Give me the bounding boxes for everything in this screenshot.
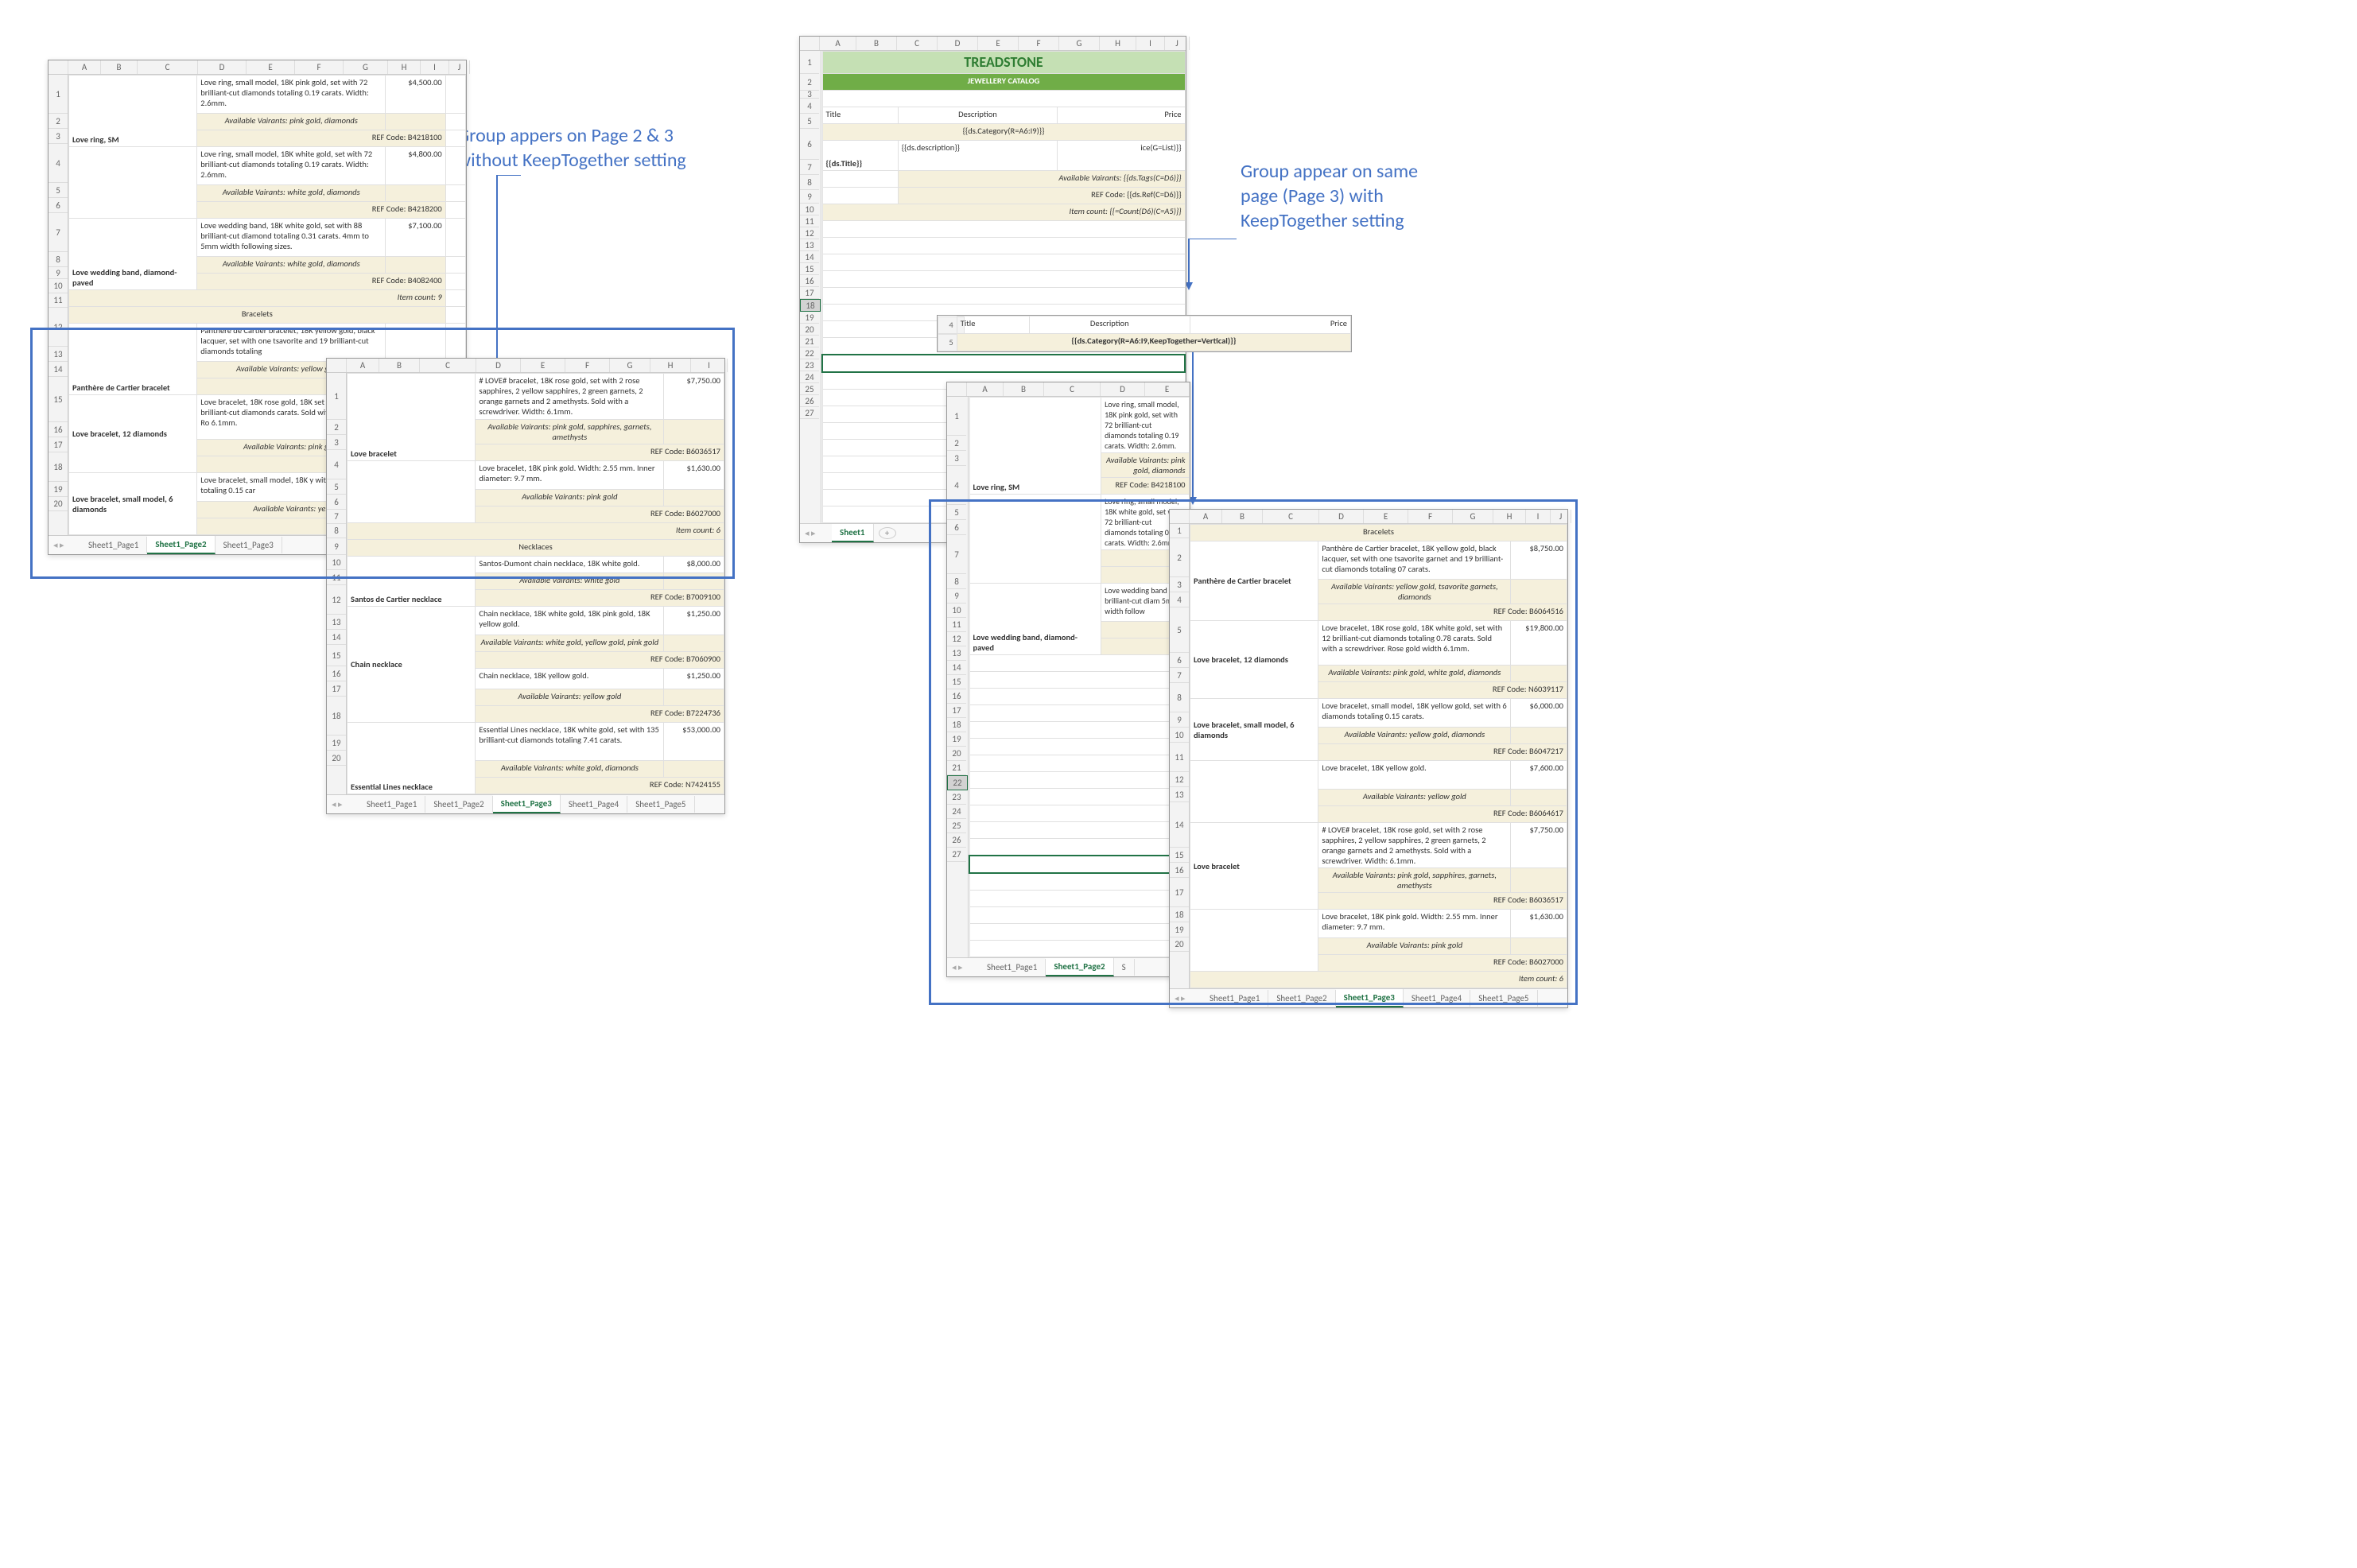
sheet-tab[interactable]: Sheet1_Page3 (216, 537, 282, 553)
col-J[interactable]: J (449, 60, 470, 74)
ref-code[interactable]: REF Code: B4218200 (197, 202, 445, 219)
variants[interactable]: Available Vairants: pink gold, diamonds (197, 114, 386, 130)
category-header[interactable]: Bracelets (69, 307, 446, 324)
category-header[interactable]: Necklaces (348, 540, 724, 557)
product-title[interactable]: Love ring, SM (69, 76, 197, 147)
ref-code[interactable]: REF Code: B4082400 (197, 274, 445, 290)
product-price[interactable]: $4,800.00 (386, 147, 446, 185)
product-desc[interactable]: Love ring, small model, 18K pink gold, s… (197, 76, 386, 114)
ref-code[interactable]: REF Code: B4218100 (197, 130, 445, 147)
col-A[interactable]: A (68, 60, 101, 74)
variants[interactable]: Available Vairants: white gold, diamonds (197, 185, 386, 202)
excel-window-page3-right: A B C D E F G H I J 1 2 3 4 5 6 7 8 9 10… (1169, 509, 1568, 1008)
sheet-tab-active[interactable]: Sheet1_Page2 (147, 536, 215, 554)
product-title[interactable]: Love bracelet, 12 diamonds (69, 395, 197, 473)
col-I[interactable]: I (421, 60, 449, 74)
col-H[interactable]: H (388, 60, 421, 74)
product-desc[interactable]: Panthère de Cartier bracelet, 18K yellow… (197, 324, 386, 362)
excel-window-page3-left: A B C D E F G H I 1 2 3 4 5 6 7 8 9 10 1… (326, 358, 725, 814)
item-count[interactable]: Item count: 9 (69, 290, 446, 307)
brand-subtitle[interactable]: JEWELLERY CATALOG (822, 74, 1185, 91)
product-desc[interactable]: # LOVE# bracelet, 18K rose gold, set wit… (476, 374, 664, 420)
product-price[interactable]: $4,500.00 (386, 76, 446, 114)
col-C[interactable]: C (138, 60, 198, 74)
product-desc[interactable]: Love ring, small model, 18K white gold, … (197, 147, 386, 185)
product-title[interactable]: Love wedding band, diamond-paved (69, 219, 197, 290)
col-D[interactable]: D (198, 60, 247, 74)
col-G[interactable]: G (344, 60, 388, 74)
column-headers: A B C D E F G H I J (49, 60, 466, 75)
product-title[interactable]: Love bracelet (348, 374, 476, 461)
col-B[interactable]: B (101, 60, 138, 74)
excel-window-page2-right: A B C D E 1 2 3 4 5 6 7 8 9 10 11 12 13 … (946, 382, 1190, 977)
annotation-left: Group appers on Page 2 & 3 without KeepT… (457, 123, 686, 173)
col-F[interactable]: F (295, 60, 344, 74)
category-header[interactable]: Bracelets (1190, 525, 1567, 541)
template-category[interactable]: {{ds.Category(R=A6:I9)}} (822, 124, 1185, 141)
product-title[interactable]: Panthère de Cartier bracelet (69, 324, 197, 395)
variants[interactable]: Available Vairants: white gold, diamonds (197, 257, 386, 274)
brand-title[interactable]: TREADSTONE (822, 52, 1185, 74)
sheet-tab[interactable]: Sheet1_Page1 (80, 537, 147, 553)
product-price[interactable]: $7,100.00 (386, 219, 446, 257)
add-sheet-button[interactable]: + (879, 527, 896, 539)
product-desc[interactable]: Love wedding band, 18K white gold, set w… (197, 219, 386, 257)
col-E[interactable]: E (247, 60, 295, 74)
product-title[interactable]: Love bracelet, small model, 6 diamonds (69, 473, 197, 535)
tab-nav[interactable]: ◂ ▸ (53, 540, 64, 550)
template-category-keeptogether[interactable]: {{ds.Category(R=A6:I9,KeepTogether=Verti… (957, 334, 1350, 351)
annotation-right: Group appear on same page (Page 3) with … (1241, 159, 1418, 234)
product-price[interactable]: $7,750.00 (664, 374, 724, 420)
